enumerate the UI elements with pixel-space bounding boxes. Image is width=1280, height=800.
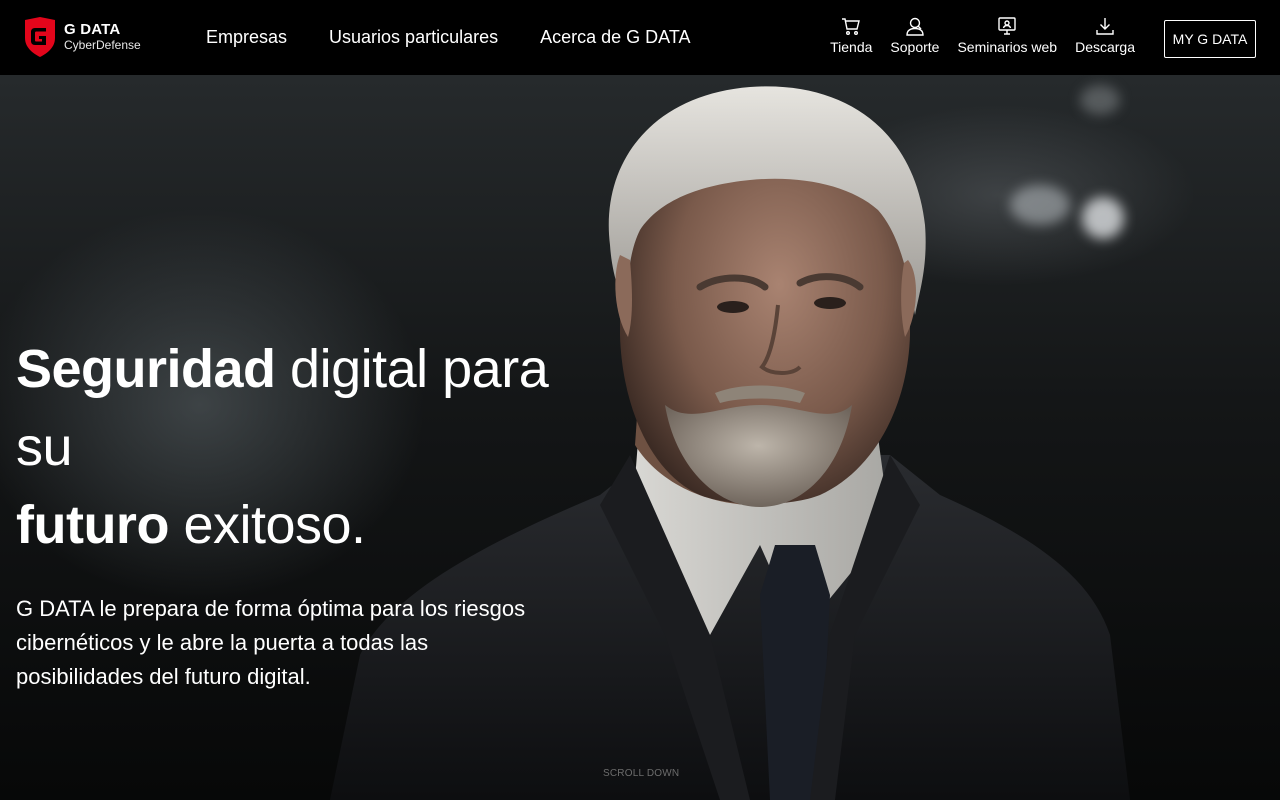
quick-links: Tienda Soporte Seminarios web Descarga (821, 16, 1144, 55)
headline-bold-1: Seguridad (16, 339, 276, 399)
gdata-shield-icon (25, 17, 55, 57)
quicklink-label: Descarga (1075, 39, 1135, 55)
logo-tagline: CyberDefense (64, 37, 141, 52)
webinar-icon (998, 17, 1016, 35)
scroll-down-hint[interactable]: SCROLL DOWN (603, 768, 679, 779)
cart-icon (842, 18, 861, 35)
page: G DATA CyberDefense Empresas Usuarios pa… (0, 0, 1280, 800)
support-user-icon (906, 17, 924, 36)
my-gdata-button[interactable]: MY G DATA (1164, 20, 1256, 58)
hero-section: Seguridad digital para su futuro exitoso… (0, 75, 1280, 800)
quicklink-tienda[interactable]: Tienda (821, 16, 881, 55)
hero-description: G DATA le prepara de forma óptima para l… (16, 596, 526, 689)
nav-item-acerca-de[interactable]: Acerca de G DATA (540, 27, 690, 48)
quicklink-label: Soporte (890, 39, 940, 55)
logo-wordmark: G DATA CyberDefense (64, 22, 141, 52)
quicklink-label: Tienda (830, 39, 873, 55)
main-nav: Empresas Usuarios particulares Acerca de… (206, 27, 691, 48)
quicklink-label: Seminarios web (957, 39, 1058, 55)
site-header: G DATA CyberDefense Empresas Usuarios pa… (0, 0, 1280, 75)
download-icon (1096, 18, 1114, 35)
headline-rest-2: exitoso. (168, 495, 366, 555)
gdata-logo[interactable]: G DATA CyberDefense (22, 16, 141, 58)
logo-brand-name: G DATA (64, 21, 121, 39)
nav-item-empresas[interactable]: Empresas (206, 27, 287, 48)
hero-text: Seguridad digital para su futuro exitoso… (16, 330, 616, 694)
hero-headline: Seguridad digital para su futuro exitoso… (16, 330, 616, 564)
quicklink-seminarios-web[interactable]: Seminarios web (948, 16, 1066, 55)
nav-item-usuarios-particulares[interactable]: Usuarios particulares (329, 27, 498, 48)
headline-bold-2: futuro (16, 495, 169, 555)
quicklink-descarga[interactable]: Descarga (1066, 16, 1144, 55)
quicklink-soporte[interactable]: Soporte (881, 16, 948, 55)
